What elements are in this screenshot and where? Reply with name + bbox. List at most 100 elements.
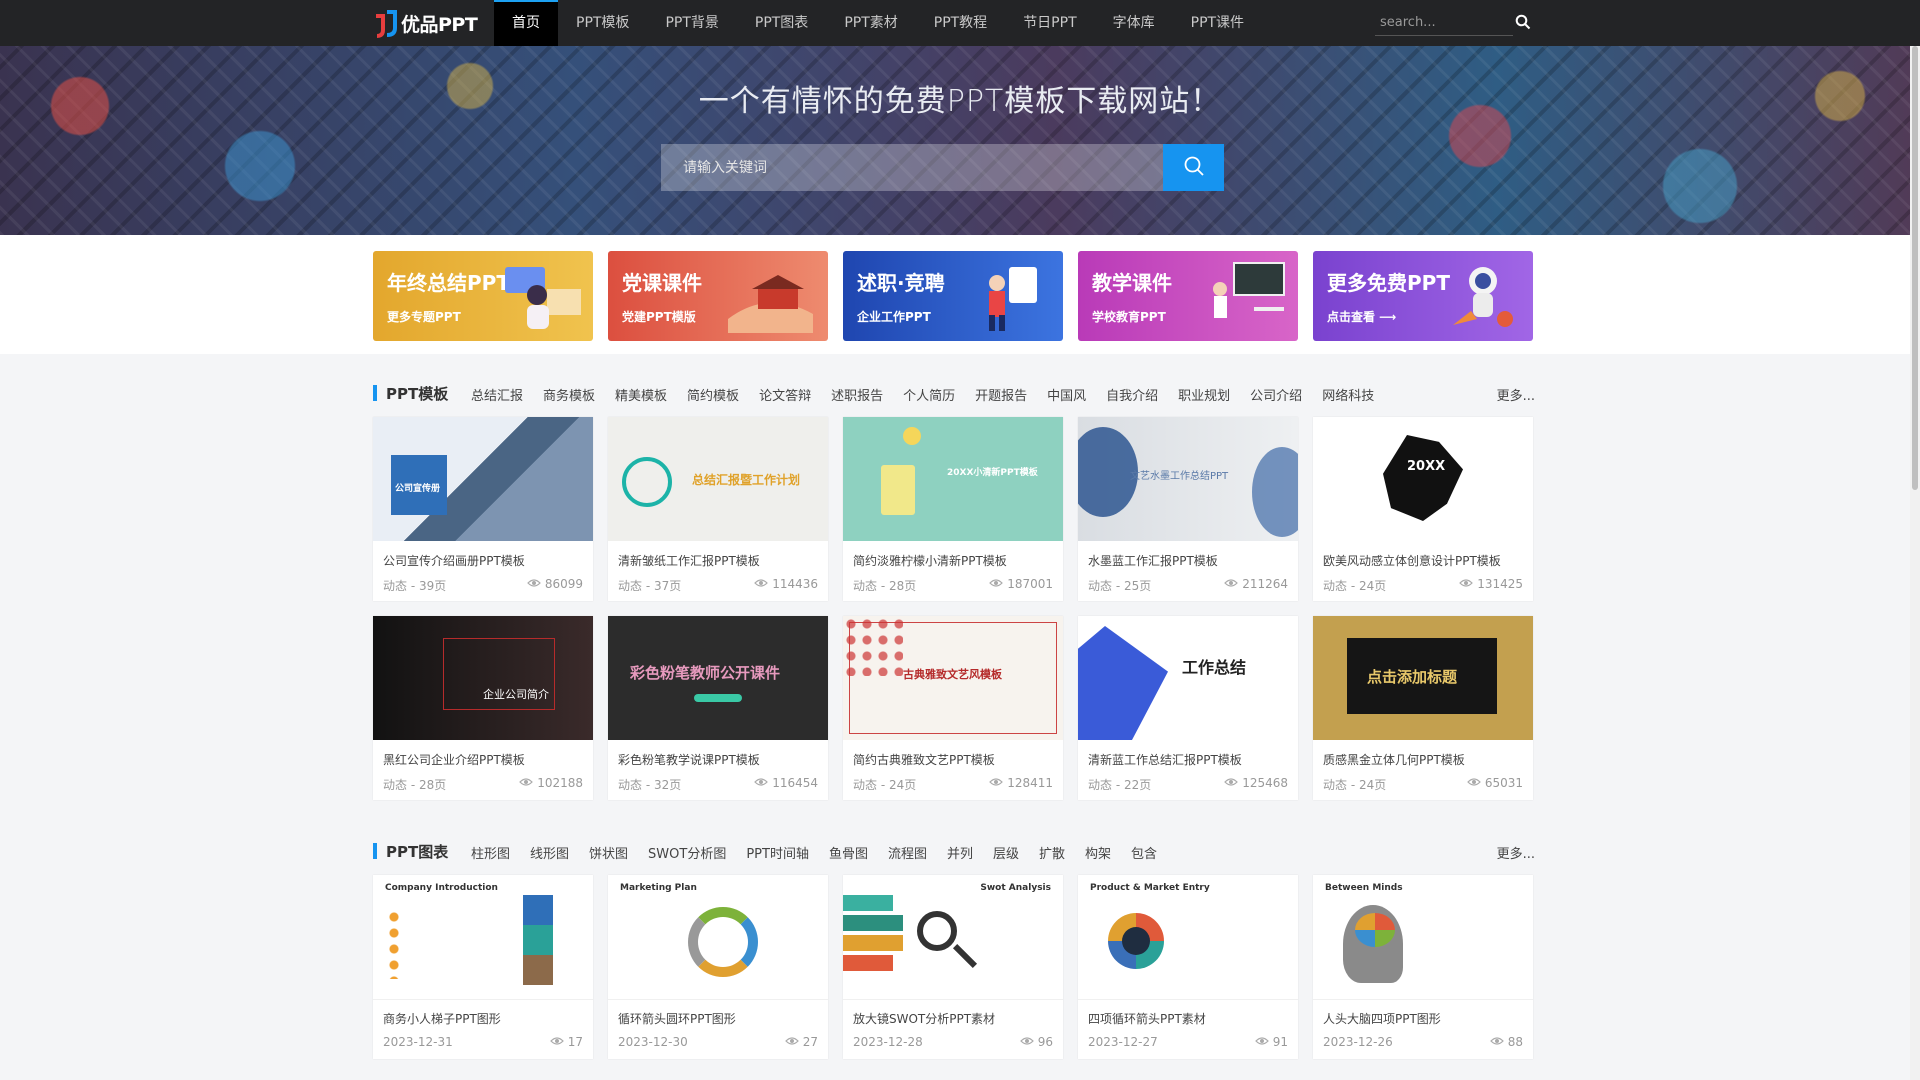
view-count: 187001 (1007, 577, 1053, 591)
promo-banner-report[interactable]: 述职·竞聘 企业工作PPT (843, 251, 1063, 341)
nav-item-courseware[interactable]: PPT课件 (1173, 0, 1262, 46)
nav-item-home[interactable]: 首页 (494, 0, 558, 46)
search-icon[interactable] (1515, 14, 1531, 30)
tag-link[interactable]: 鱼骨图 (829, 843, 868, 862)
tag-link[interactable]: PPT时间轴 (746, 843, 809, 862)
nav-item-backgrounds[interactable]: PPT背景 (647, 0, 736, 46)
tag-link[interactable]: 流程图 (888, 843, 927, 862)
template-card[interactable]: 20XX小清新PPT模板 简约淡雅柠檬小清新PPT模板 动态 - 28页 187… (843, 417, 1063, 601)
page-scrollbar[interactable] (1910, 46, 1920, 1080)
tag-link[interactable]: 论文答辩 (759, 385, 811, 404)
tag-link[interactable]: 简约模板 (687, 385, 739, 404)
tag-link[interactable]: 包含 (1131, 843, 1157, 862)
site-logo[interactable]: 优品PPT (373, 8, 478, 38)
tag-link[interactable]: 开题报告 (975, 385, 1027, 404)
promo-subtitle: 党建PPT模版 (622, 310, 696, 324)
nav-item-holiday[interactable]: 节日PPT (1005, 0, 1094, 46)
chart-card[interactable]: Marketing Plan 循环箭头圆环PPT图形 2023-12-30 27 (608, 875, 828, 1059)
chart-thumbnail: Between Minds (1313, 875, 1533, 1000)
more-link[interactable]: 更多... (1497, 843, 1535, 862)
view-count: 128411 (1007, 776, 1053, 790)
tag-link[interactable]: 中国风 (1047, 385, 1086, 404)
nav-item-templates[interactable]: PPT模板 (558, 0, 647, 46)
card-date: 2023-12-30 (618, 1035, 688, 1049)
chart-thumbnail: Marketing Plan (608, 875, 828, 1000)
promo-banner-party-course[interactable]: 党课课件 党建PPT模版 (608, 251, 828, 341)
tag-link[interactable]: 线形图 (530, 843, 569, 862)
eye-icon (549, 1035, 564, 1049)
tag-link[interactable]: 精美模板 (615, 385, 667, 404)
tag-link[interactable]: 并列 (947, 843, 973, 862)
thumbnail-text: 工作总结 (1182, 658, 1247, 677)
card-meta: 动态 - 32页 (618, 778, 682, 792)
template-card[interactable]: 文艺水墨工作总结PPT 水墨蓝工作汇报PPT模板 动态 - 25页 211264 (1078, 417, 1298, 601)
card-meta: 动态 - 24页 (1323, 579, 1387, 593)
template-card[interactable]: 古典雅致文艺风模板 简约古典雅致文艺PPT模板 动态 - 24页 128411 (843, 616, 1063, 800)
nav-item-materials[interactable]: PPT素材 (826, 0, 915, 46)
business-person-illustration-icon (989, 267, 1037, 331)
template-card[interactable]: 公司宣传册 公司宣传介绍画册PPT模板 动态 - 39页 86099 (373, 417, 593, 601)
hero-search-input[interactable] (661, 144, 1163, 191)
template-tags: 总结汇报 商务模板 精美模板 简约模板 论文答辩 述职报告 个人简历 开题报告 … (471, 385, 1374, 404)
nav-item-charts[interactable]: PPT图表 (737, 0, 826, 46)
nav-item-tutorials[interactable]: PPT教程 (916, 0, 1005, 46)
more-link[interactable]: 更多... (1497, 385, 1535, 404)
eye-icon (519, 776, 534, 790)
nav-item-fonts[interactable]: 字体库 (1095, 0, 1173, 46)
promo-strip: 年终总结PPT 更多专题PPT 党课课件 党建PPT模版 述职·竞聘 企业工作P… (0, 235, 1920, 354)
tag-link[interactable]: 总结汇报 (471, 385, 523, 404)
template-grid: 公司宣传册 公司宣传介绍画册PPT模板 动态 - 39页 86099 总结汇报暨… (373, 417, 1535, 800)
chart-card[interactable]: Between Minds 人头大脑四项PPT图形 2023-12-26 88 (1313, 875, 1533, 1059)
card-title: 清新皱纸工作汇报PPT模板 (618, 554, 760, 568)
card-meta: 动态 - 37页 (618, 579, 682, 593)
top-search-input[interactable] (1375, 9, 1513, 36)
tag-link[interactable]: 自我介绍 (1106, 385, 1158, 404)
tag-link[interactable]: 公司介绍 (1250, 385, 1302, 404)
card-views: 86099 (526, 577, 583, 591)
template-card[interactable]: 20XX 欧美风动感立体创意设计PPT模板 动态 - 24页 131425 (1313, 417, 1533, 601)
hero-title: 一个有情怀的免费PPT模板下载网站！ (698, 84, 1222, 119)
template-card[interactable]: 企业公司简介 黑红公司企业介绍PPT模板 动态 - 28页 102188 (373, 616, 593, 800)
template-card[interactable]: 点击添加标题 质感黑金立体几何PPT模板 动态 - 24页 65031 (1313, 616, 1533, 800)
promo-banner-year-end[interactable]: 年终总结PPT 更多专题PPT (373, 251, 593, 341)
thumbnail-text: 公司宣传册 (395, 484, 441, 494)
chart-card[interactable]: Product & Market Entry 四项循环箭头PPT素材 2023-… (1078, 875, 1298, 1059)
tag-link[interactable]: 层级 (993, 843, 1019, 862)
template-card[interactable]: 总结汇报暨工作计划 清新皱纸工作汇报PPT模板 动态 - 37页 114436 (608, 417, 828, 601)
card-views: 128411 (989, 776, 1053, 790)
eye-icon (1466, 776, 1481, 790)
chart-card[interactable]: Company Introduction 商务小人梯子PPT图形 2023-12… (373, 875, 593, 1059)
hero-search-button[interactable] (1163, 144, 1224, 191)
top-navbar: 优品PPT 首页 PPT模板 PPT背景 PPT图表 PPT素材 PPT教程 节… (0, 0, 1920, 46)
card-title: 质感黑金立体几何PPT模板 (1323, 753, 1465, 767)
template-thumbnail: 文艺水墨工作总结PPT (1078, 417, 1298, 541)
tag-link[interactable]: 职业规划 (1178, 385, 1230, 404)
scrollbar-thumb[interactable] (1912, 46, 1918, 490)
tag-link[interactable]: 柱形图 (471, 843, 510, 862)
thumbnail-text: Swot Analysis (980, 883, 1051, 893)
tag-link[interactable]: 个人简历 (903, 385, 955, 404)
view-count: 125468 (1242, 776, 1288, 790)
main-nav: 首页 PPT模板 PPT背景 PPT图表 PPT素材 PPT教程 节日PPT 字… (494, 0, 1262, 46)
logo-text: 优品PPT (401, 13, 478, 36)
card-views: 96 (1019, 1035, 1053, 1049)
view-count: 211264 (1242, 577, 1288, 591)
tag-link[interactable]: 商务模板 (543, 385, 595, 404)
tag-link[interactable]: 网络科技 (1322, 385, 1374, 404)
card-title: 欧美风动感立体创意设计PPT模板 (1323, 554, 1501, 568)
tag-link[interactable]: 述职报告 (831, 385, 883, 404)
chart-card[interactable]: Swot Analysis 放大镜SWOT分析PPT素材 2023-12-28 … (843, 875, 1063, 1059)
promo-banner-more-free[interactable]: 更多免费PPT 点击查看 ⟶ (1313, 251, 1533, 341)
promo-banner-teaching[interactable]: 教学课件 学校教育PPT (1078, 251, 1298, 341)
template-card[interactable]: 彩色粉笔教师公开课件 彩色粉笔教学说课PPT模板 动态 - 32页 116454 (608, 616, 828, 800)
template-card[interactable]: 工作总结 清新蓝工作总结汇报PPT模板 动态 - 22页 125468 (1078, 616, 1298, 800)
tag-link[interactable]: 扩散 (1039, 843, 1065, 862)
tag-link[interactable]: SWOT分析图 (648, 843, 726, 862)
card-meta: 动态 - 24页 (1323, 778, 1387, 792)
thumbnail-text: Product & Market Entry (1090, 883, 1210, 893)
classroom-illustration-icon (1213, 262, 1285, 318)
tag-link[interactable]: 饼状图 (589, 843, 628, 862)
eye-icon (1019, 1035, 1034, 1049)
tag-link[interactable]: 构架 (1085, 843, 1111, 862)
search-icon (1183, 155, 1205, 181)
